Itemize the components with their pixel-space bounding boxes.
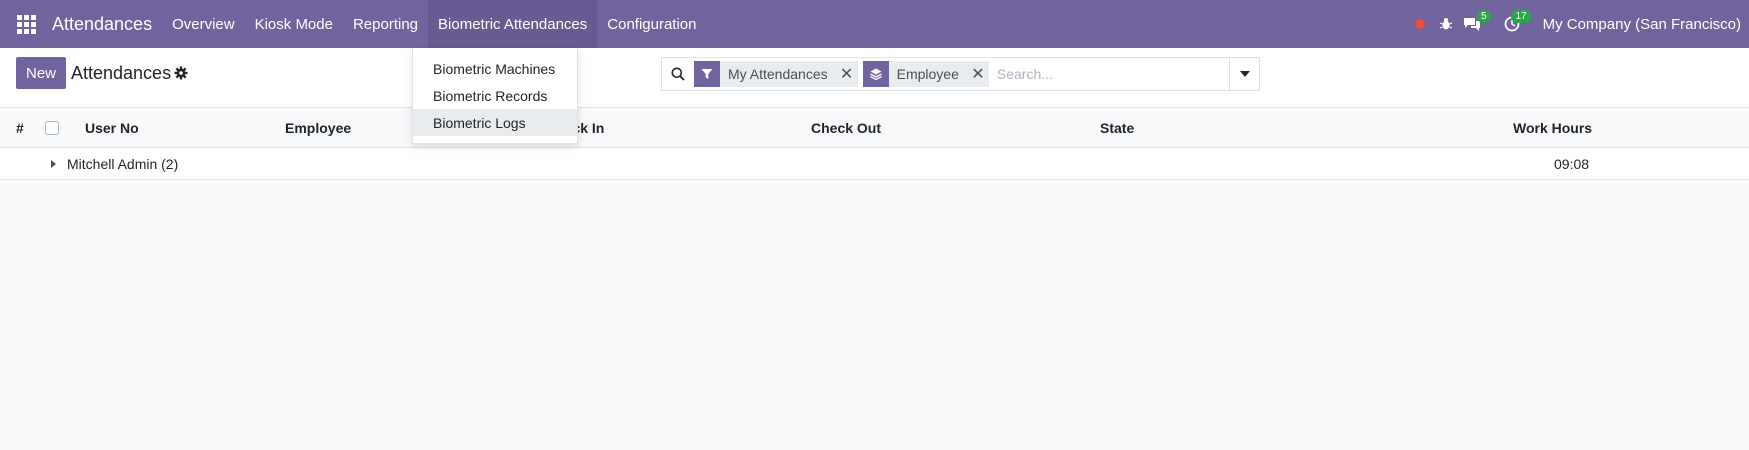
group-label: Mitchell Admin (2)	[67, 156, 179, 172]
caret-right-icon	[51, 160, 56, 168]
menu-biometric-attendances[interactable]: Biometric Attendances	[428, 0, 598, 48]
new-button[interactable]: New	[16, 57, 66, 89]
search-input[interactable]	[993, 59, 1229, 89]
table-header: # User No Employee Check In Check Out St…	[0, 108, 1749, 148]
control-panel: New Attendances My Attendances ✕ Employe…	[0, 48, 1749, 108]
menu-item-biometric-logs[interactable]: Biometric Logs	[413, 109, 577, 136]
close-icon[interactable]: ✕	[836, 64, 858, 84]
select-all-checkbox[interactable]	[45, 121, 59, 135]
chevron-down-icon[interactable]	[1229, 58, 1259, 90]
menu-configuration[interactable]: Configuration	[597, 0, 706, 48]
apps-menu-icon[interactable]	[0, 0, 52, 48]
list-view: # User No Employee Check In Check Out St…	[0, 108, 1749, 180]
messages-icon[interactable]: 5	[1459, 0, 1491, 48]
gear-icon[interactable]	[174, 66, 188, 83]
menu-reporting[interactable]: Reporting	[343, 0, 428, 48]
menu-item-biometric-records[interactable]: Biometric Records	[413, 82, 577, 109]
filter-icon	[694, 61, 720, 87]
activities-badge: 17	[1511, 10, 1531, 23]
search-bar: My Attendances ✕ Employee ✕	[661, 57, 1260, 91]
column-header-check-out[interactable]: Check Out	[811, 120, 881, 136]
messages-badge: 5	[1477, 10, 1491, 23]
biometric-dropdown-menu: Biometric Machines Biometric Records Bio…	[412, 48, 578, 144]
activities-icon[interactable]: 17	[1499, 0, 1531, 48]
page-title: Attendances	[71, 63, 172, 83]
column-header-user-no[interactable]: User No	[85, 120, 139, 136]
column-header-number: #	[16, 120, 24, 136]
facet-my-attendances: My Attendances ✕	[694, 61, 858, 87]
group-row[interactable]: Mitchell Admin (2) 09:08	[0, 148, 1749, 180]
company-switcher[interactable]: My Company (San Francisco)	[1525, 16, 1749, 33]
debug-icon[interactable]	[1433, 0, 1459, 48]
close-icon[interactable]: ✕	[967, 64, 989, 84]
search-icon	[662, 67, 694, 81]
record-icon[interactable]	[1407, 0, 1433, 48]
menu-item-biometric-machines[interactable]: Biometric Machines	[413, 55, 577, 82]
facet-label: My Attendances	[728, 66, 828, 82]
column-header-state[interactable]: State	[1100, 120, 1134, 136]
column-header-employee[interactable]: Employee	[285, 120, 351, 136]
systray: 5 17 My Company (San Francisco)	[1407, 0, 1749, 48]
top-navbar: Attendances Overview Kiosk Mode Reportin…	[0, 0, 1749, 48]
menu-kiosk-mode[interactable]: Kiosk Mode	[245, 0, 343, 48]
layers-icon	[862, 61, 889, 87]
menu-overview[interactable]: Overview	[162, 0, 245, 48]
facet-employee: Employee ✕	[862, 61, 989, 87]
app-brand[interactable]: Attendances	[52, 14, 162, 35]
column-header-work-hours[interactable]: Work Hours	[1513, 120, 1592, 136]
facet-label: Employee	[896, 66, 959, 82]
group-work-hours: 09:08	[1554, 156, 1590, 172]
